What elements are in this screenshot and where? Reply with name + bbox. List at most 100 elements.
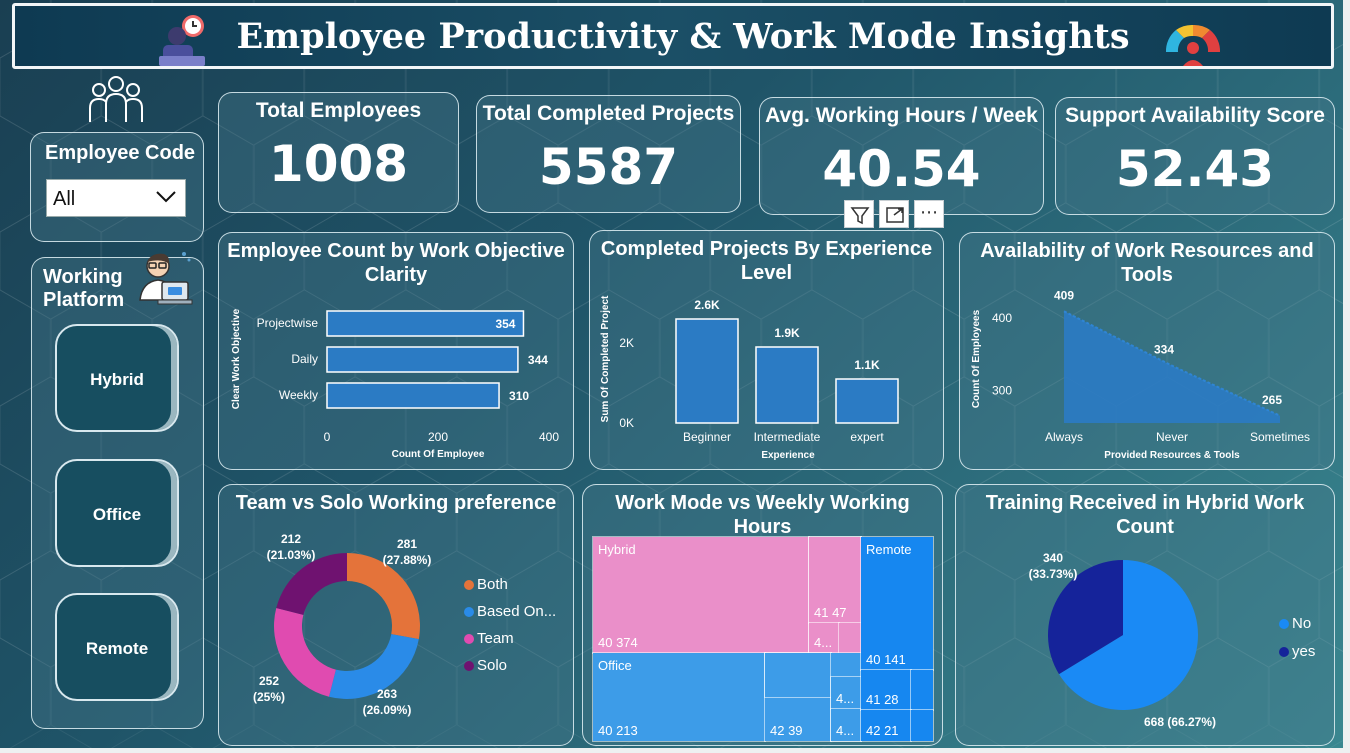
legend-item[interactable]: yes bbox=[1279, 643, 1315, 660]
treemap-label: 41 47 bbox=[814, 605, 847, 620]
bar-value-label: 354 bbox=[495, 317, 515, 331]
slice-value-label: 252 bbox=[259, 674, 279, 688]
treemap-tile[interactable]: 41 47 bbox=[808, 536, 862, 624]
category-label: Weekly bbox=[279, 388, 318, 402]
employee-code-title: Employee Code bbox=[45, 142, 196, 164]
slice-value-label: 263 bbox=[377, 687, 397, 701]
platform-button-hybrid[interactable]: Hybrid bbox=[55, 324, 179, 432]
legend-item[interactable]: Based On... bbox=[464, 603, 556, 620]
bar-value-label-outside: 344 bbox=[528, 353, 548, 367]
treemap-tile[interactable] bbox=[838, 622, 862, 654]
legend-item[interactable]: No bbox=[1279, 615, 1311, 632]
treemap-label: 4... bbox=[836, 723, 855, 738]
legend-label: Team bbox=[477, 630, 514, 647]
legend-item[interactable]: Both bbox=[464, 576, 508, 593]
treemap-label: 42 39 bbox=[770, 723, 803, 738]
focus-mode-icon[interactable] bbox=[879, 200, 909, 228]
chevron-down-icon bbox=[156, 191, 176, 203]
treemap-tile[interactable] bbox=[910, 669, 934, 711]
legend-item[interactable]: Solo bbox=[464, 657, 507, 674]
worker-clock-icon bbox=[159, 15, 205, 66]
kpi-value: 1008 bbox=[268, 135, 409, 193]
title-banner: Employee Productivity & Work Mode Insigh… bbox=[12, 3, 1334, 69]
bar bbox=[326, 346, 519, 373]
treemap-tile[interactable] bbox=[910, 709, 934, 742]
treemap-label: 42 21 bbox=[866, 723, 899, 738]
kpi-title: Support Availability Score bbox=[1065, 104, 1325, 127]
legend-label: Solo bbox=[477, 657, 508, 674]
treemap-label: 4... bbox=[814, 635, 833, 650]
y-axis-label: Clear Work Objective bbox=[231, 308, 242, 409]
bar-value-label-outside: 310 bbox=[509, 389, 529, 403]
y-axis-label: Count Of Employees bbox=[971, 309, 982, 408]
treemap-tile[interactable]: 4... bbox=[830, 708, 862, 742]
treemap-tile[interactable]: 4... bbox=[808, 622, 840, 654]
slice-percent-label: (27.88%) bbox=[383, 553, 432, 567]
filter-icon[interactable] bbox=[844, 200, 874, 228]
legend-label: yes bbox=[1292, 643, 1316, 660]
more-options-icon[interactable]: ⋯ bbox=[914, 200, 944, 228]
category-label: Projectwise bbox=[257, 316, 319, 330]
page-title: Employee Productivity & Work Mode Insigh… bbox=[236, 16, 1130, 57]
category-label: Daily bbox=[291, 352, 318, 366]
platform-label-office: Office bbox=[92, 505, 142, 524]
bar-value-label: 1.1K bbox=[854, 358, 880, 372]
treemap-tile[interactable]: 42 21 bbox=[860, 709, 912, 742]
x-tick-label: Sometimes bbox=[1250, 430, 1310, 444]
x-tick-label: 400 bbox=[539, 430, 559, 444]
slice-percent-label: (26.09%) bbox=[363, 703, 412, 717]
treemap-tile[interactable]: 40 213 bbox=[593, 653, 765, 741]
x-tick-label: expert bbox=[850, 430, 884, 444]
treemap-tile[interactable] bbox=[764, 652, 832, 698]
treemap-tile[interactable]: 41 28 bbox=[860, 669, 912, 711]
y-tick-label: 300 bbox=[992, 383, 1012, 397]
slice-percent-label: (33.73%) bbox=[1029, 567, 1078, 581]
platform-button-remote[interactable]: Remote bbox=[55, 593, 179, 701]
data-label: 409 bbox=[1054, 288, 1074, 302]
platform-button-office[interactable]: Office bbox=[55, 459, 179, 567]
team-solo-chart: Team vs Solo Working preference 281 (27.8… bbox=[218, 484, 574, 746]
x-tick-label: 0 bbox=[324, 430, 331, 444]
donut-slice bbox=[274, 607, 336, 697]
treemap-label: 40 213 bbox=[598, 723, 638, 738]
x-tick-label: Intermediate bbox=[754, 430, 821, 444]
experience-bar-chart-svg: 2.6K Beginner 1.9K Intermediate 1.1K expert 0K… bbox=[600, 295, 899, 461]
employee-code-dropdown[interactable]: All bbox=[46, 179, 186, 217]
developer-laptop-icon bbox=[139, 252, 193, 305]
work-mode-chart: Work Mode vs Weekly Working Hours Hybrid… bbox=[582, 484, 943, 746]
resources-area-chart-svg: Always 409 Never 334 Sometimes 265 300 400 Provi… bbox=[971, 288, 1310, 461]
slice-percent-label: (21.03%) bbox=[267, 548, 316, 562]
y-tick-label: 400 bbox=[992, 311, 1012, 325]
slice-percent-label: (25%) bbox=[253, 690, 285, 704]
legend-label: Both bbox=[477, 576, 508, 593]
visual-header-toolbar: ⋯ bbox=[844, 200, 944, 228]
legend-item[interactable]: Team bbox=[464, 630, 514, 647]
kpi-total-employees: Total Employees 1008 bbox=[218, 92, 459, 213]
employees-group-icon bbox=[89, 76, 143, 122]
objective-bar-chart-svg: Projectwise 354 Daily 344 Weekly 310 0 200 400 Co… bbox=[231, 308, 559, 460]
y-tick-label: 2K bbox=[619, 336, 634, 350]
platform-label-remote: Remote bbox=[85, 639, 149, 658]
kpi-title: Total Employees bbox=[255, 99, 422, 122]
kpi-avg-working-hours: Avg. Working Hours / Week 40.54 bbox=[759, 97, 1044, 215]
slice-value-label: 212 bbox=[281, 532, 301, 546]
x-tick-label: Never bbox=[1156, 430, 1188, 444]
chart-title: Work Mode vs Weekly Working Hours bbox=[615, 492, 910, 538]
kpi-total-completed-projects: Total Completed Projects 5587 bbox=[476, 95, 741, 213]
x-tick-label: 200 bbox=[428, 430, 448, 444]
kpi-support-availability: Support Availability Score 52.43 bbox=[1055, 97, 1335, 215]
treemap-tile[interactable]: 40 374 bbox=[593, 537, 809, 653]
treemap-tile[interactable]: 4... bbox=[830, 676, 862, 710]
legend-marker bbox=[1279, 619, 1289, 630]
kpi-value: 40.54 bbox=[822, 140, 981, 198]
treemap-tile[interactable]: 40 141 bbox=[861, 537, 933, 670]
employee-code-slicer: Employee Code All bbox=[30, 132, 204, 242]
bar bbox=[326, 382, 500, 409]
x-axis-label: Count Of Employee bbox=[392, 449, 485, 460]
working-platform-title-line1: Working bbox=[43, 266, 123, 288]
data-label: 334 bbox=[1154, 343, 1174, 357]
slice-value-label: 281 bbox=[397, 537, 417, 551]
legend-marker bbox=[464, 580, 474, 591]
legend-label: No bbox=[1292, 615, 1312, 632]
data-label: 265 bbox=[1262, 393, 1282, 407]
